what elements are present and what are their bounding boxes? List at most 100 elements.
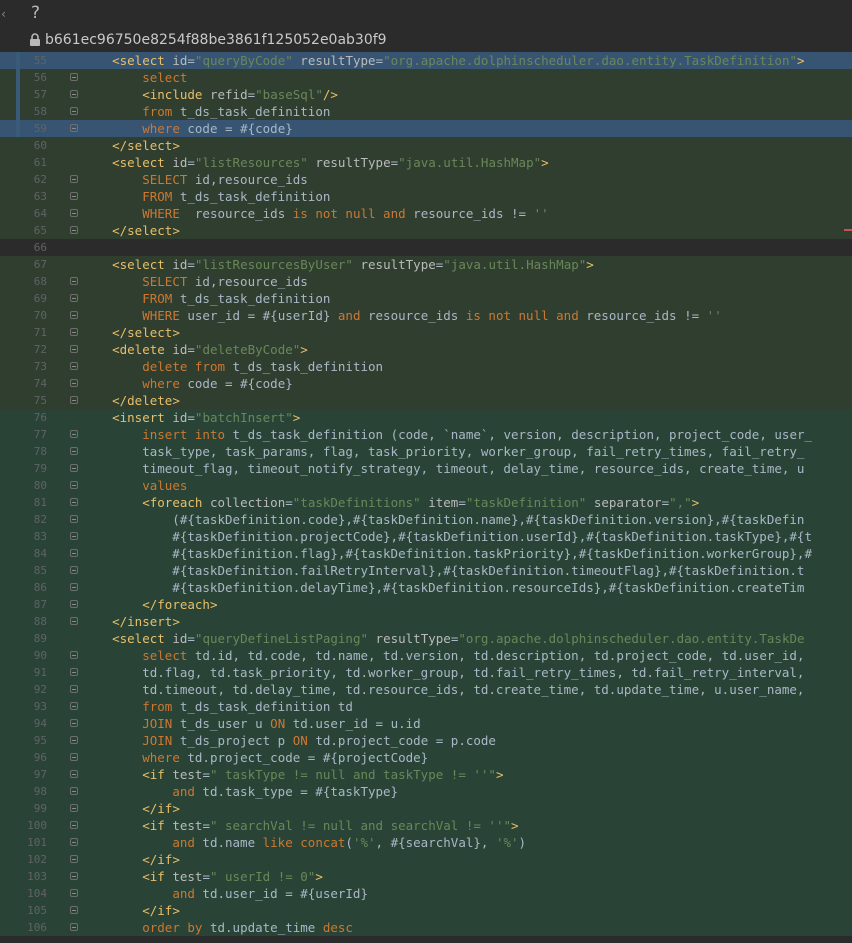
fold-toggle-icon[interactable] bbox=[70, 838, 78, 846]
code-line[interactable]: 68 SELECT id,resource_ids bbox=[0, 273, 852, 290]
fold-toggle-icon[interactable] bbox=[70, 328, 78, 336]
fold-toggle-icon[interactable] bbox=[70, 447, 78, 455]
code-line[interactable]: 82 (#{taskDefinition.code},#{taskDefinit… bbox=[0, 511, 852, 528]
fold-toggle-icon[interactable] bbox=[70, 345, 78, 353]
code-line[interactable]: 78 task_type, task_params, flag, task_pr… bbox=[0, 443, 852, 460]
fold-toggle-icon[interactable] bbox=[70, 430, 78, 438]
code-line[interactable]: 104 and td.user_id = #{userId} bbox=[0, 885, 852, 902]
code-line[interactable]: 95 JOIN t_ds_project p ON td.project_cod… bbox=[0, 732, 852, 749]
code-line[interactable]: 84 #{taskDefinition.flag},#{taskDefiniti… bbox=[0, 545, 852, 562]
fold-toggle-icon[interactable] bbox=[70, 770, 78, 778]
code-line[interactable]: 71 </select> bbox=[0, 324, 852, 341]
code-line[interactable]: 73 delete from t_ds_task_definition bbox=[0, 358, 852, 375]
code-line[interactable]: 64 WHERE resource_ids is not null and re… bbox=[0, 205, 852, 222]
fold-toggle-icon[interactable] bbox=[70, 192, 78, 200]
fold-toggle-icon[interactable] bbox=[70, 719, 78, 727]
code-editor[interactable]: 55 <select id="queryByCode" resultType="… bbox=[0, 52, 852, 943]
code-line[interactable]: 63 FROM t_ds_task_definition bbox=[0, 188, 852, 205]
fold-toggle-icon[interactable] bbox=[70, 294, 78, 302]
code-line[interactable]: 106 order by td.update_time desc bbox=[0, 919, 852, 936]
code-line[interactable]: 83 #{taskDefinition.projectCode},#{taskD… bbox=[0, 528, 852, 545]
fold-toggle-icon[interactable] bbox=[70, 362, 78, 370]
code-line[interactable]: 62 SELECT id,resource_ids bbox=[0, 171, 852, 188]
code-line[interactable]: 81 <foreach collection="taskDefinitions"… bbox=[0, 494, 852, 511]
code-line[interactable]: 96 where td.project_code = #{projectCode… bbox=[0, 749, 852, 766]
fold-toggle-icon[interactable] bbox=[70, 923, 78, 931]
code-line[interactable]: 86 #{taskDefinition.delayTime},#{taskDef… bbox=[0, 579, 852, 596]
fold-toggle-icon[interactable] bbox=[70, 702, 78, 710]
fold-toggle-icon[interactable] bbox=[70, 209, 78, 217]
code-line[interactable]: 92 td.timeout, td.delay_time, td.resourc… bbox=[0, 681, 852, 698]
fold-toggle-icon[interactable] bbox=[70, 515, 78, 523]
fold-toggle-icon[interactable] bbox=[70, 651, 78, 659]
code-line[interactable]: 103 <if test=" userId != 0"> bbox=[0, 868, 852, 885]
code-line[interactable]: 97 <if test=" taskType != null and taskT… bbox=[0, 766, 852, 783]
code-line[interactable]: 88 </insert> bbox=[0, 613, 852, 630]
fold-toggle-icon[interactable] bbox=[70, 600, 78, 608]
fold-toggle-icon[interactable] bbox=[70, 175, 78, 183]
code-line[interactable]: 102 </if> bbox=[0, 851, 852, 868]
code-line[interactable]: 91 td.flag, td.task_priority, td.worker_… bbox=[0, 664, 852, 681]
code-line[interactable]: 55 <select id="queryByCode" resultType="… bbox=[0, 52, 852, 69]
fold-toggle-icon[interactable] bbox=[70, 566, 78, 574]
code-line[interactable]: 105 </if> bbox=[0, 902, 852, 919]
back-arrow-icon[interactable]: ‹ bbox=[0, 4, 7, 24]
fold-toggle-icon[interactable] bbox=[70, 73, 78, 81]
fold-toggle-icon[interactable] bbox=[70, 498, 78, 506]
code-line[interactable]: 70 WHERE user_id = #{userId} and resourc… bbox=[0, 307, 852, 324]
code-line[interactable]: 74 where code = #{code} bbox=[0, 375, 852, 392]
fold-toggle-icon[interactable] bbox=[70, 277, 78, 285]
code-line[interactable]: 100 <if test=" searchVal != null and sea… bbox=[0, 817, 852, 834]
fold-toggle-icon[interactable] bbox=[70, 464, 78, 472]
code-line[interactable]: 75 </delete> bbox=[0, 392, 852, 409]
fold-toggle-icon[interactable] bbox=[70, 889, 78, 897]
code-line[interactable]: 65 </select> bbox=[0, 222, 852, 239]
code-line[interactable]: 57 <include refid="baseSql"/> bbox=[0, 86, 852, 103]
code-line[interactable]: 58 from t_ds_task_definition bbox=[0, 103, 852, 120]
code-line[interactable]: 90 select td.id, td.code, td.name, td.ve… bbox=[0, 647, 852, 664]
fold-toggle-icon[interactable] bbox=[70, 532, 78, 540]
fold-toggle-icon[interactable] bbox=[70, 736, 78, 744]
code-line[interactable]: 93 from t_ds_task_definition td bbox=[0, 698, 852, 715]
fold-toggle-icon[interactable] bbox=[70, 855, 78, 863]
fold-toggle-icon[interactable] bbox=[70, 396, 78, 404]
fold-toggle-icon[interactable] bbox=[70, 821, 78, 829]
code-line[interactable]: 69 FROM t_ds_task_definition bbox=[0, 290, 852, 307]
fold-toggle-icon[interactable] bbox=[70, 311, 78, 319]
code-line[interactable]: 98 and td.task_type = #{taskType} bbox=[0, 783, 852, 800]
fold-toggle-icon[interactable] bbox=[70, 804, 78, 812]
help-icon[interactable]: ? bbox=[31, 2, 40, 24]
fold-toggle-icon[interactable] bbox=[70, 787, 78, 795]
code-line[interactable]: 101 and td.name like concat('%', #{searc… bbox=[0, 834, 852, 851]
code-line[interactable]: 79 timeout_flag, timeout_notify_strategy… bbox=[0, 460, 852, 477]
code-line[interactable]: 89 <select id="queryDefineListPaging" re… bbox=[0, 630, 852, 647]
code-line[interactable]: 72 <delete id="deleteByCode"> bbox=[0, 341, 852, 358]
code-line[interactable]: 67 <select id="listResourcesByUser" resu… bbox=[0, 256, 852, 273]
fold-toggle-icon[interactable] bbox=[70, 583, 78, 591]
fold-toggle-icon[interactable] bbox=[70, 379, 78, 387]
fold-toggle-icon[interactable] bbox=[70, 617, 78, 625]
code-line[interactable]: 76 <insert id="batchInsert"> bbox=[0, 409, 852, 426]
code-line[interactable]: 56 select bbox=[0, 69, 852, 86]
code-line[interactable]: 59 where code = #{code} bbox=[0, 120, 852, 137]
code-line[interactable]: 85 #{taskDefinition.failRetryInterval},#… bbox=[0, 562, 852, 579]
code-line[interactable]: 80 values bbox=[0, 477, 852, 494]
fold-toggle-icon[interactable] bbox=[70, 107, 78, 115]
code-line[interactable]: 60 </select> bbox=[0, 137, 852, 154]
code-line[interactable]: 77 insert into t_ds_task_definition (cod… bbox=[0, 426, 852, 443]
code-line[interactable]: 99 </if> bbox=[0, 800, 852, 817]
fold-toggle-icon[interactable] bbox=[70, 481, 78, 489]
fold-toggle-icon[interactable] bbox=[70, 668, 78, 676]
code-line[interactable]: 66 bbox=[0, 239, 852, 256]
fold-toggle-icon[interactable] bbox=[70, 685, 78, 693]
code-line[interactable]: 87 </foreach> bbox=[0, 596, 852, 613]
fold-toggle-icon[interactable] bbox=[70, 753, 78, 761]
fold-toggle-icon[interactable] bbox=[70, 226, 78, 234]
fold-toggle-icon[interactable] bbox=[70, 872, 78, 880]
fold-toggle-icon[interactable] bbox=[70, 124, 78, 132]
code-line[interactable]: 61 <select id="listResources" resultType… bbox=[0, 154, 852, 171]
fold-toggle-icon[interactable] bbox=[70, 549, 78, 557]
fold-toggle-icon[interactable] bbox=[70, 90, 78, 98]
fold-toggle-icon[interactable] bbox=[70, 906, 78, 914]
code-line[interactable]: 94 JOIN t_ds_user u ON td.user_id = u.id bbox=[0, 715, 852, 732]
